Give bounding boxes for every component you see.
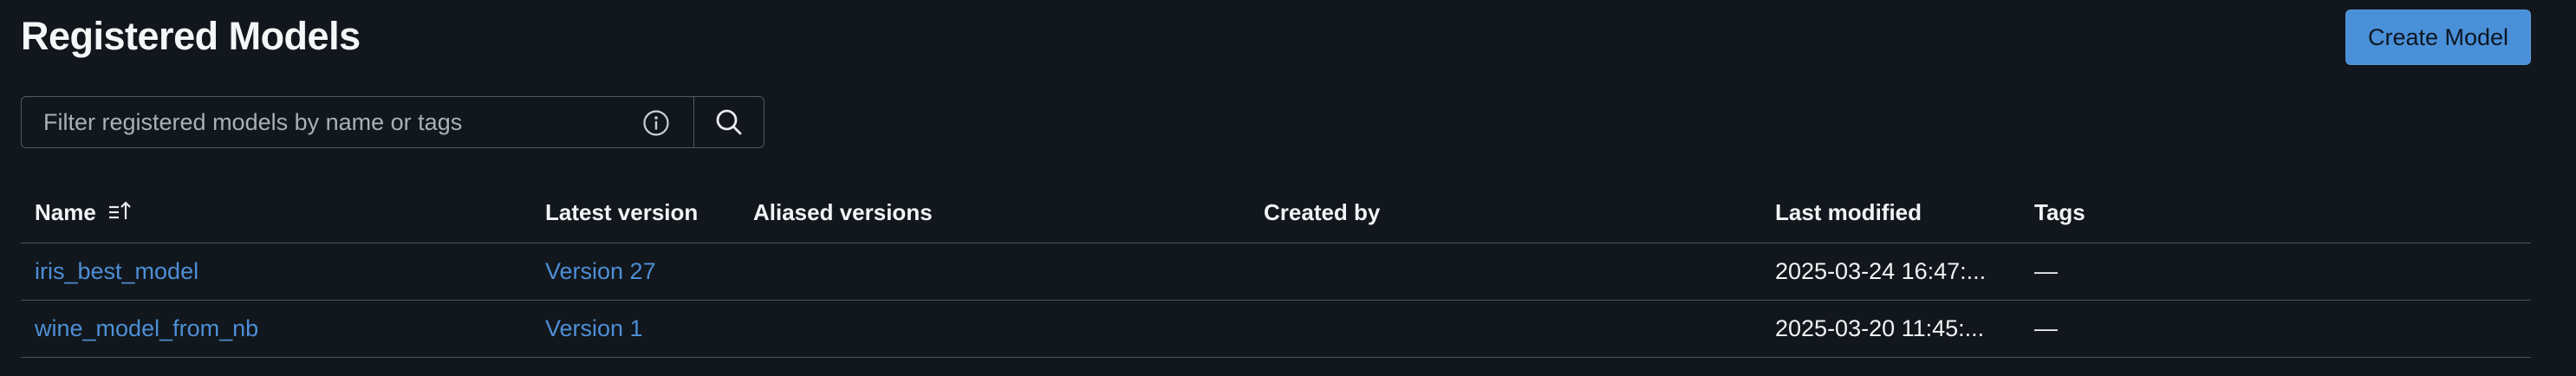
search-input-container <box>22 97 694 147</box>
column-header-last-modified[interactable]: Last modified <box>1761 184 2020 243</box>
tags-cell: — <box>2020 243 2531 301</box>
page-title: Registered Models <box>21 14 361 58</box>
table-row: iris_best_model Version 27 2025-03-24 16… <box>21 243 2531 301</box>
info-icon[interactable] <box>642 109 670 137</box>
table-row: wine_model_from_nb Version 1 2025-03-20 … <box>21 300 2531 358</box>
search-icon <box>716 109 742 135</box>
model-name-link[interactable]: iris_best_model <box>35 258 198 284</box>
last-modified-cell: 2025-03-20 11:45:... <box>1761 300 2020 358</box>
search-bar <box>21 96 764 148</box>
tags-cell: — <box>2020 300 2531 358</box>
column-header-aliased-versions: Aliased versions <box>739 184 1250 243</box>
column-header-tags: Tags <box>2020 184 2531 243</box>
aliased-versions-cell <box>739 243 1250 301</box>
sort-ascending-icon[interactable] <box>107 199 133 224</box>
column-header-label: Name <box>35 199 96 226</box>
models-table: Name Latest version Aliased versions Cre… <box>21 184 2531 358</box>
aliased-versions-cell <box>739 300 1250 358</box>
latest-version-link[interactable]: Version 27 <box>545 258 656 284</box>
column-header-created-by: Created by <box>1250 184 1761 243</box>
table-header-row: Name Latest version Aliased versions Cre… <box>21 184 2531 243</box>
create-model-button[interactable]: Create Model <box>2345 10 2531 65</box>
column-header-latest-version: Latest version <box>531 184 739 243</box>
last-modified-cell: 2025-03-24 16:47:... <box>1761 243 2020 301</box>
column-header-name[interactable]: Name <box>21 184 531 243</box>
search-button[interactable] <box>694 97 764 147</box>
search-input[interactable] <box>22 97 628 147</box>
model-name-link[interactable]: wine_model_from_nb <box>35 315 258 341</box>
created-by-cell <box>1250 300 1761 358</box>
latest-version-link[interactable]: Version 1 <box>545 315 643 341</box>
created-by-cell <box>1250 243 1761 301</box>
